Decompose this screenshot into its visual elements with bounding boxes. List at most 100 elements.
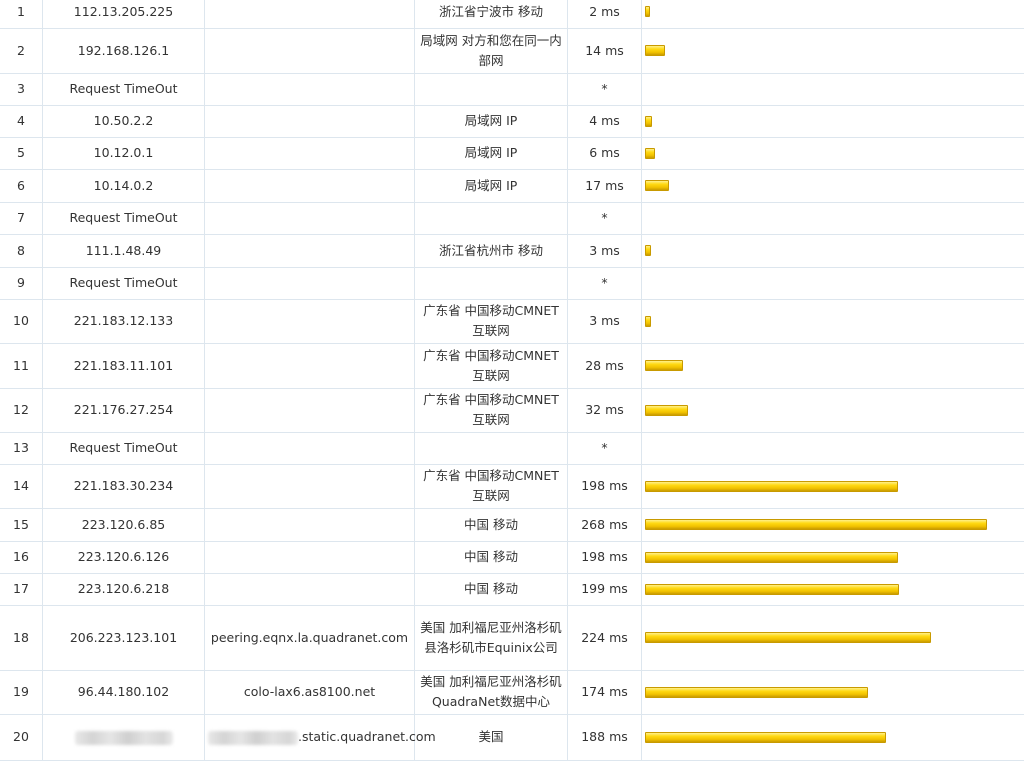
latency-bar-cell — [641, 343, 1024, 389]
latency-text: 28 ms — [567, 343, 642, 389]
location — [414, 432, 568, 465]
latency-bar-cell — [641, 464, 1024, 509]
ip-address: 221.183.12.133 — [42, 299, 205, 344]
hop-number: 9 — [0, 267, 43, 300]
hop-row: 5 10.12.0.1 局域网 IP 6 ms — [0, 137, 1024, 170]
hop-row: 17 223.120.6.218 中国 移动 199 ms — [0, 573, 1024, 606]
hop-number: 4 — [0, 105, 43, 138]
location: 中国 移动 — [414, 541, 568, 574]
hostname — [204, 343, 415, 389]
ip-address: 223.120.6.218 — [42, 573, 205, 606]
hostname — [204, 432, 415, 465]
ip-address: Request TimeOut — [42, 432, 205, 465]
hop-row: 13 Request TimeOut * — [0, 432, 1024, 465]
latency-text: 2 ms — [567, 0, 642, 29]
hop-number: 18 — [0, 605, 43, 671]
location: 局域网 IP — [414, 137, 568, 170]
hop-number: 13 — [0, 432, 43, 465]
latency-text: 32 ms — [567, 388, 642, 433]
hop-number: 7 — [0, 202, 43, 235]
hostname — [204, 573, 415, 606]
latency-bar — [645, 6, 650, 18]
hostname — [204, 105, 415, 138]
hostname — [204, 267, 415, 300]
ip-address: 221.176.27.254 — [42, 388, 205, 433]
latency-text: 3 ms — [567, 299, 642, 344]
hostname-suffix: .static.quadranet.com — [298, 729, 436, 744]
latency-bar — [645, 404, 688, 416]
latency-bar-cell — [641, 234, 1024, 268]
hop-row: 14 221.183.30.234 广东省 中国移动CMNET互联网 198 ms — [0, 464, 1024, 509]
ip-address: 96.44.180.102 — [42, 670, 205, 715]
ip-address: 192.168.126.1 — [42, 28, 205, 74]
hostname — [204, 541, 415, 574]
hop-number: 14 — [0, 464, 43, 509]
location: 中国 移动 — [414, 573, 568, 606]
latency-text: 174 ms — [567, 670, 642, 715]
latency-text: 3 ms — [567, 234, 642, 268]
ip-address: 221.183.30.234 — [42, 464, 205, 509]
ip-address: 10.12.0.1 — [42, 137, 205, 170]
hostname: .static.quadranet.com — [204, 714, 436, 761]
location: 广东省 中国移动CMNET互联网 — [414, 464, 568, 509]
latency-text: 224 ms — [567, 605, 642, 671]
hop-number: 17 — [0, 573, 43, 606]
hop-row: 4 10.50.2.2 局域网 IP 4 ms — [0, 105, 1024, 138]
ip-address: 223.120.6.85 — [42, 508, 205, 542]
ip-address-redacted — [42, 714, 205, 761]
hop-number: 2 — [0, 28, 43, 74]
hostname — [204, 464, 415, 509]
latency-bar — [645, 551, 898, 563]
location: 局域网 对方和您在同一内部网 — [414, 28, 568, 74]
hop-row: 15 223.120.6.85 中国 移动 268 ms — [0, 508, 1024, 542]
latency-text: * — [567, 432, 642, 465]
ip-address: 10.14.0.2 — [42, 169, 205, 203]
traceroute-table: 1 112.13.205.225 浙江省宁波市 移动 2 ms 2 192.168.126… — [0, 0, 1024, 761]
location: 局域网 IP — [414, 105, 568, 138]
latency-text: * — [567, 267, 642, 300]
latency-bar — [645, 315, 651, 327]
latency-bar — [645, 632, 931, 643]
hop-number: 16 — [0, 541, 43, 574]
latency-text: 4 ms — [567, 105, 642, 138]
latency-bar-cell — [641, 73, 1024, 106]
location: 美国 加利福尼亚州洛杉矶县洛杉矶市Equinix公司 — [414, 605, 568, 671]
hop-number: 3 — [0, 73, 43, 106]
latency-bar-cell — [641, 137, 1024, 170]
latency-bar — [645, 245, 651, 256]
hostname — [204, 508, 415, 542]
latency-bar-cell — [641, 541, 1024, 574]
latency-bar-cell — [641, 299, 1024, 344]
latency-text: 14 ms — [567, 28, 642, 74]
hop-number: 11 — [0, 343, 43, 389]
latency-text: 188 ms — [567, 714, 642, 761]
hostname — [204, 234, 415, 268]
hostname — [204, 169, 415, 203]
latency-bar — [645, 147, 655, 159]
hop-number: 5 — [0, 137, 43, 170]
location — [414, 73, 568, 106]
ip-address: 221.183.11.101 — [42, 343, 205, 389]
ip-address: 206.223.123.101 — [42, 605, 205, 671]
latency-bar — [645, 45, 665, 56]
ip-address: Request TimeOut — [42, 202, 205, 235]
latency-bar-cell — [641, 202, 1024, 235]
hostname — [204, 388, 415, 433]
ip-address: 112.13.205.225 — [42, 0, 205, 29]
latency-bar-cell — [641, 105, 1024, 138]
location — [414, 267, 568, 300]
latency-bar — [645, 583, 899, 595]
hop-number: 20 — [0, 714, 43, 761]
hop-number: 15 — [0, 508, 43, 542]
hop-row: 11 221.183.11.101 广东省 中国移动CMNET互联网 28 ms — [0, 343, 1024, 389]
latency-bar — [645, 180, 669, 191]
location: 美国 — [414, 714, 568, 761]
latency-bar — [645, 115, 652, 127]
latency-bar-cell — [641, 0, 1024, 29]
traceroute-table-body: 1 112.13.205.225 浙江省宁波市 移动 2 ms 2 192.168.126… — [0, 0, 1024, 761]
location: 美国 加利福尼亚州洛杉矶QuadraNet数据中心 — [414, 670, 568, 715]
latency-bar-cell — [641, 573, 1024, 606]
location: 广东省 中国移动CMNET互联网 — [414, 388, 568, 433]
hop-row: 2 192.168.126.1 局域网 对方和您在同一内部网 14 ms — [0, 28, 1024, 74]
latency-text: 198 ms — [567, 464, 642, 509]
